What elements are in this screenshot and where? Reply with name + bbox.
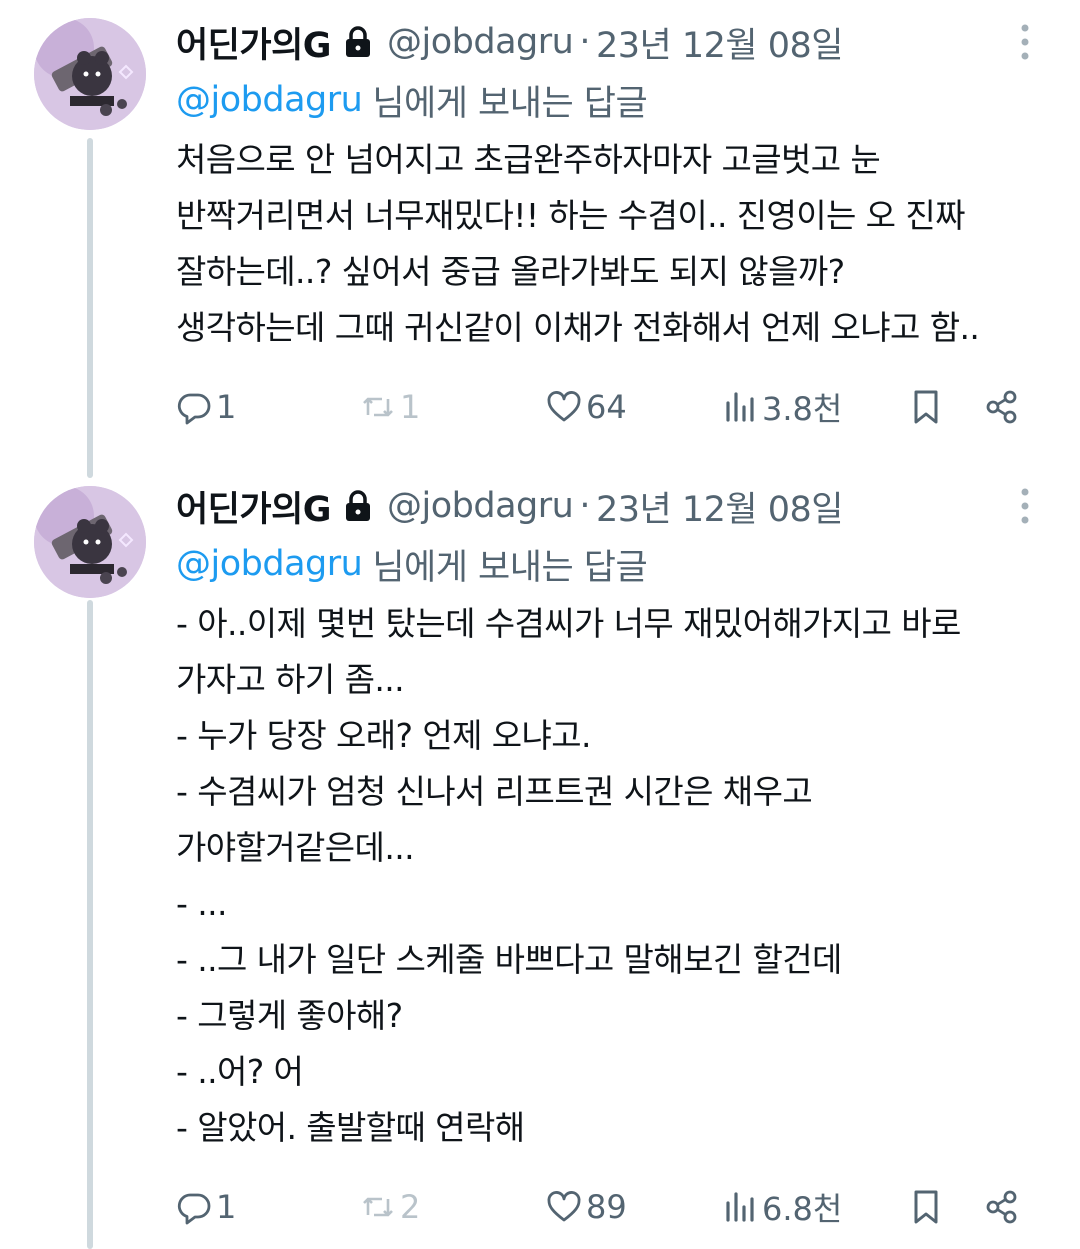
tweet[interactable]: 어딘가의G @jobdagru · 23년 12월 08일 @jobdagru … [0, 0, 1080, 470]
share-button[interactable] [984, 1182, 1020, 1232]
reply-count: 1 [216, 388, 237, 426]
separator-dot: · [579, 486, 590, 526]
tweet-text-line: 처음으로 안 넘어지고 초급완주하자마자 고글벗고 눈 [176, 140, 881, 179]
tweet-text-line: 생각하는데 그때 귀신같이 이채가 전화해서 언제 오냐고 함.. [176, 308, 980, 347]
bookmark-icon [914, 1190, 938, 1224]
tweet-text-line: 반짝거리면서 너무재밌다!! 하는 수겸이.. 진영이는 오 진짜 [176, 196, 965, 235]
separator-dot: · [579, 22, 590, 62]
reply-to-label: @jobdagru 님에게 보내는 답글 [176, 72, 1040, 128]
avatar[interactable] [34, 18, 146, 130]
views-count: 6.8천 [762, 1190, 843, 1228]
like-button[interactable]: 64 [546, 382, 627, 432]
reply-mention-link[interactable]: @jobdagru [176, 80, 363, 120]
like-icon [547, 1191, 581, 1222]
share-button[interactable] [984, 382, 1020, 432]
like-button[interactable]: 89 [546, 1182, 627, 1232]
avatar-image [34, 486, 146, 598]
views-icon [726, 392, 754, 422]
tweet-text-line: 가자고 하기 좀... [176, 660, 405, 699]
retweet-count: 2 [400, 1188, 421, 1226]
tweet-text-line: - ... [176, 884, 227, 923]
views-count: 3.8천 [762, 390, 843, 428]
avatar-image [34, 18, 146, 130]
bookmark-button[interactable] [908, 382, 944, 432]
tweet-actions: 1 2 89 6.8천 [0, 1182, 1080, 1232]
display-name[interactable]: 어딘가의G [176, 481, 332, 532]
handle[interactable]: @jobdagru [387, 486, 574, 526]
handle[interactable]: @jobdagru [387, 22, 574, 62]
lock-icon [343, 25, 373, 59]
views-button[interactable]: 6.8천 [722, 1182, 842, 1232]
like-icon [547, 391, 581, 422]
display-name[interactable]: 어딘가의G [176, 17, 332, 68]
lock-icon [343, 489, 373, 523]
share-icon [986, 390, 1017, 424]
tweet-text-line: - 아..이제 몇번 탔는데 수겸씨가 너무 재밌어해가지고 바로 [176, 604, 961, 643]
reply-count: 1 [216, 1188, 237, 1226]
reply-button[interactable]: 1 [176, 382, 236, 432]
tweet-text-line: - ..그 내가 일단 스케줄 바쁘다고 말해보긴 할건데 [176, 940, 842, 979]
reply-to-label: @jobdagru 님에게 보내는 답글 [176, 536, 1040, 592]
retweet-button[interactable]: 2 [360, 1182, 420, 1232]
views-button[interactable]: 3.8천 [722, 382, 842, 432]
reply-mention-link[interactable]: @jobdagru [176, 544, 363, 584]
retweet-count: 1 [400, 388, 421, 426]
tweet-text-line: 잘하는데..? 싶어서 중급 올라가봐도 되지 않을까? [176, 252, 845, 291]
tweet-actions: 1 1 64 3.8천 [0, 382, 1080, 432]
views-icon [726, 1192, 754, 1222]
tweet-text-line: - ..어? 어 [176, 1052, 304, 1091]
tweet-date[interactable]: 23년 12월 08일 [596, 17, 843, 68]
share-icon [986, 1190, 1017, 1224]
retweet-icon [363, 1197, 393, 1217]
like-count: 64 [586, 388, 627, 426]
avatar[interactable] [34, 486, 146, 598]
tweet-text: - 아..이제 몇번 탔는데 수겸씨가 너무 재밌어해가지고 바로 가자고 하기… [176, 596, 1040, 1156]
more-icon[interactable] [1010, 20, 1040, 64]
bookmark-button[interactable] [908, 1182, 944, 1232]
reply-icon [177, 1193, 211, 1225]
tweet-text-line: 가야할거같은데... [176, 828, 415, 867]
reply-button[interactable]: 1 [176, 1182, 236, 1232]
tweet-text-line: - 누가 당장 오래? 언제 오냐고. [176, 716, 592, 755]
tweet-text-line: - 그렇게 좋아해? [176, 996, 403, 1035]
reply-to-suffix: 님에게 보내는 답글 [372, 83, 648, 124]
tweet-text-line: - 수겸씨가 엄청 신나서 리프트권 시간은 채우고 [176, 772, 813, 811]
tweet-header: 어딘가의G @jobdagru · 23년 12월 08일 [176, 14, 1040, 70]
more-icon[interactable] [1010, 484, 1040, 528]
bookmark-icon [914, 390, 938, 424]
like-count: 89 [586, 1188, 627, 1226]
retweet-icon [363, 397, 393, 417]
tweet-text: 처음으로 안 넘어지고 초급완주하자마자 고글벗고 눈 반짝거리면서 너무재밌다… [176, 132, 1040, 356]
tweet-text-line: - 알았어. 출발할때 연락해 [176, 1108, 525, 1147]
retweet-button[interactable]: 1 [360, 382, 420, 432]
tweet[interactable]: 어딘가의G @jobdagru · 23년 12월 08일 @jobdagru … [0, 470, 1080, 1249]
tweet-header: 어딘가의G @jobdagru · 23년 12월 08일 [176, 478, 1040, 534]
reply-to-suffix: 님에게 보내는 답글 [372, 547, 648, 588]
tweet-date[interactable]: 23년 12월 08일 [596, 481, 843, 532]
reply-icon [177, 393, 211, 425]
